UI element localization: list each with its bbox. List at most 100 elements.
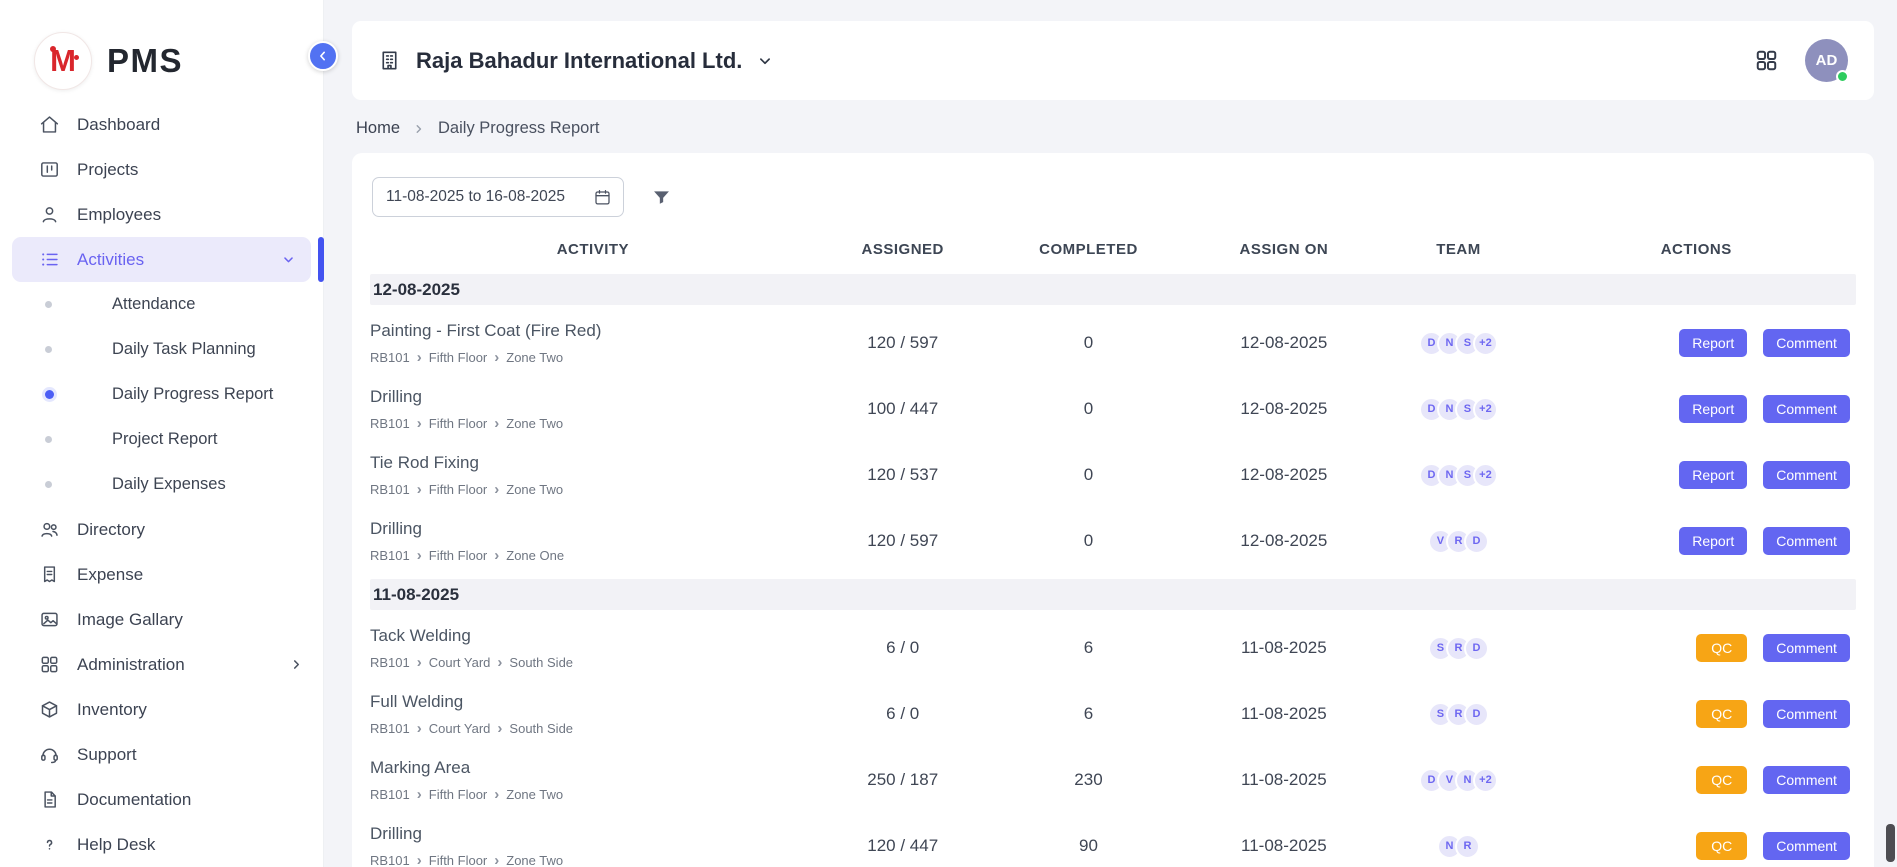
team-avatars[interactable]: D N S +2 [1380,331,1536,356]
team-avatars[interactable]: D V N +2 [1380,768,1536,793]
table-row: Drilling RB101 Fifth Floor Zone One 120 … [370,508,1856,574]
chevron-right-icon [494,787,499,802]
path-segment: Zone Two [506,350,563,365]
sidebar-collapse-button[interactable] [308,41,338,71]
comment-button[interactable]: Comment [1763,634,1850,662]
activities-icon [38,249,60,271]
report-button[interactable]: Report [1679,395,1747,423]
assign-on-date: 11-08-2025 [1187,836,1380,856]
sidebar-subitem-label: Daily Progress Report [112,385,273,404]
comment-button[interactable]: Comment [1763,832,1850,860]
path-segment: Zone Two [506,482,563,497]
date-range-input[interactable]: 11-08-2025 to 16-08-2025 [372,177,624,217]
table-header-row: ACTIVITY ASSIGNED COMPLETED ASSIGN ON TE… [370,229,1856,269]
date-group-header: 12-08-2025 [370,274,1856,305]
sidebar-subitem-label: Daily Expenses [112,475,226,494]
team-avatars[interactable]: S R D [1380,702,1536,727]
user-avatar[interactable]: AD [1805,39,1848,82]
qc-button[interactable]: QC [1696,634,1747,662]
company-name[interactable]: Raja Bahadur International Ltd. [416,48,742,74]
bullet-dot-icon [45,301,52,308]
table-row: Drilling RB101 Fifth Floor Zone Two 100 … [370,376,1856,442]
report-button[interactable]: Report [1679,329,1747,357]
path-segment: Fifth Floor [429,416,488,431]
table-row: Painting - First Coat (Fire Red) RB101 F… [370,310,1856,376]
completed-value: 230 [990,770,1188,790]
team-avatars[interactable]: N R [1380,834,1536,859]
image-icon [38,609,60,631]
path-segment: Fifth Floor [429,548,488,563]
sidebar-subitem-daily-expenses[interactable]: Daily Expenses [0,462,323,507]
sidebar-item-directory[interactable]: Directory [0,507,323,552]
sidebar-item-administration[interactable]: Administration [0,642,323,687]
sidebar-item-support[interactable]: Support [0,732,323,777]
sidebar-item-expense[interactable]: Expense [0,552,323,597]
chevron-right-icon [497,721,502,736]
sidebar-item-projects[interactable]: Projects [0,147,323,192]
sidebar-item-documentation[interactable]: Documentation [0,777,323,822]
team-avatars[interactable]: V R D [1380,529,1536,554]
qc-button[interactable]: QC [1696,832,1747,860]
team-extra-badge: +2 [1473,768,1498,793]
activity-name[interactable]: Painting - First Coat (Fire Red) [370,321,806,341]
team-avatars[interactable]: D N S +2 [1380,463,1536,488]
chevron-right-icon [494,853,499,867]
activity-name[interactable]: Tack Welding [370,626,806,646]
activity-name[interactable]: Marking Area [370,758,806,778]
activity-name[interactable]: Drilling [370,824,806,844]
sidebar-item-activities[interactable]: Activities [12,237,311,282]
team-extra-badge: +2 [1473,463,1498,488]
activity-name[interactable]: Drilling [370,387,806,407]
activity-name[interactable]: Drilling [370,519,806,539]
team-avatar: R [1455,834,1480,859]
apps-grid-icon[interactable] [1754,48,1779,73]
sidebar-item-help-desk[interactable]: Help Desk [0,822,323,867]
online-status-dot [1836,70,1849,83]
comment-button[interactable]: Comment [1763,395,1850,423]
sidebar-item-dashboard[interactable]: Dashboard [0,102,323,147]
sidebar-subitem-daily-task-planning[interactable]: Daily Task Planning [0,327,323,372]
bullet-dot-icon [45,436,52,443]
path-segment: RB101 [370,548,410,563]
sidebar-subitem-attendance[interactable]: Attendance [0,282,323,327]
path-segment: RB101 [370,655,410,670]
activity-location-path: RB101 Court Yard South Side [370,655,806,670]
team-avatars[interactable]: S R D [1380,636,1536,661]
filter-icon[interactable] [651,187,672,208]
comment-button[interactable]: Comment [1763,461,1850,489]
sidebar-item-inventory[interactable]: Inventory [0,687,323,732]
path-segment: South Side [509,655,573,670]
breadcrumb-home[interactable]: Home [356,119,400,138]
team-avatars[interactable]: D N S +2 [1380,397,1536,422]
assign-on-date: 12-08-2025 [1187,333,1380,353]
comment-button[interactable]: Comment [1763,527,1850,555]
sidebar-item-image-gallary[interactable]: Image Gallary [0,597,323,642]
path-segment: RB101 [370,350,410,365]
activity-name[interactable]: Full Welding [370,692,806,712]
logo-letter: M [50,43,76,79]
qc-button[interactable]: QC [1696,700,1747,728]
table-row: Tack Welding RB101 Court Yard South Side… [370,615,1856,681]
breadcrumb-current: Daily Progress Report [438,119,599,138]
report-button[interactable]: Report [1679,527,1747,555]
sidebar-subitem-daily-progress-report[interactable]: Daily Progress Report [0,372,323,417]
chevron-right-icon [494,482,499,497]
completed-value: 0 [990,333,1188,353]
report-button[interactable]: Report [1679,461,1747,489]
sidebar-item-label: Image Gallary [77,610,183,630]
comment-button[interactable]: Comment [1763,700,1850,728]
chevron-down-icon[interactable] [756,52,774,70]
sidebar-item-employees[interactable]: Employees [0,192,323,237]
comment-button[interactable]: Comment [1763,329,1850,357]
qc-button[interactable]: QC [1696,766,1747,794]
comment-button[interactable]: Comment [1763,766,1850,794]
home-icon [38,114,60,136]
assigned-value: 120 / 597 [816,333,990,353]
sidebar-subitem-project-report[interactable]: Project Report [0,417,323,462]
vertical-scrollbar-thumb[interactable] [1886,824,1895,862]
completed-value: 6 [990,638,1188,658]
logo-icon: M [34,32,92,90]
logo[interactable]: M PMS [0,0,323,102]
activity-name[interactable]: Tie Rod Fixing [370,453,806,473]
filter-row: 11-08-2025 to 16-08-2025 [370,177,1856,217]
